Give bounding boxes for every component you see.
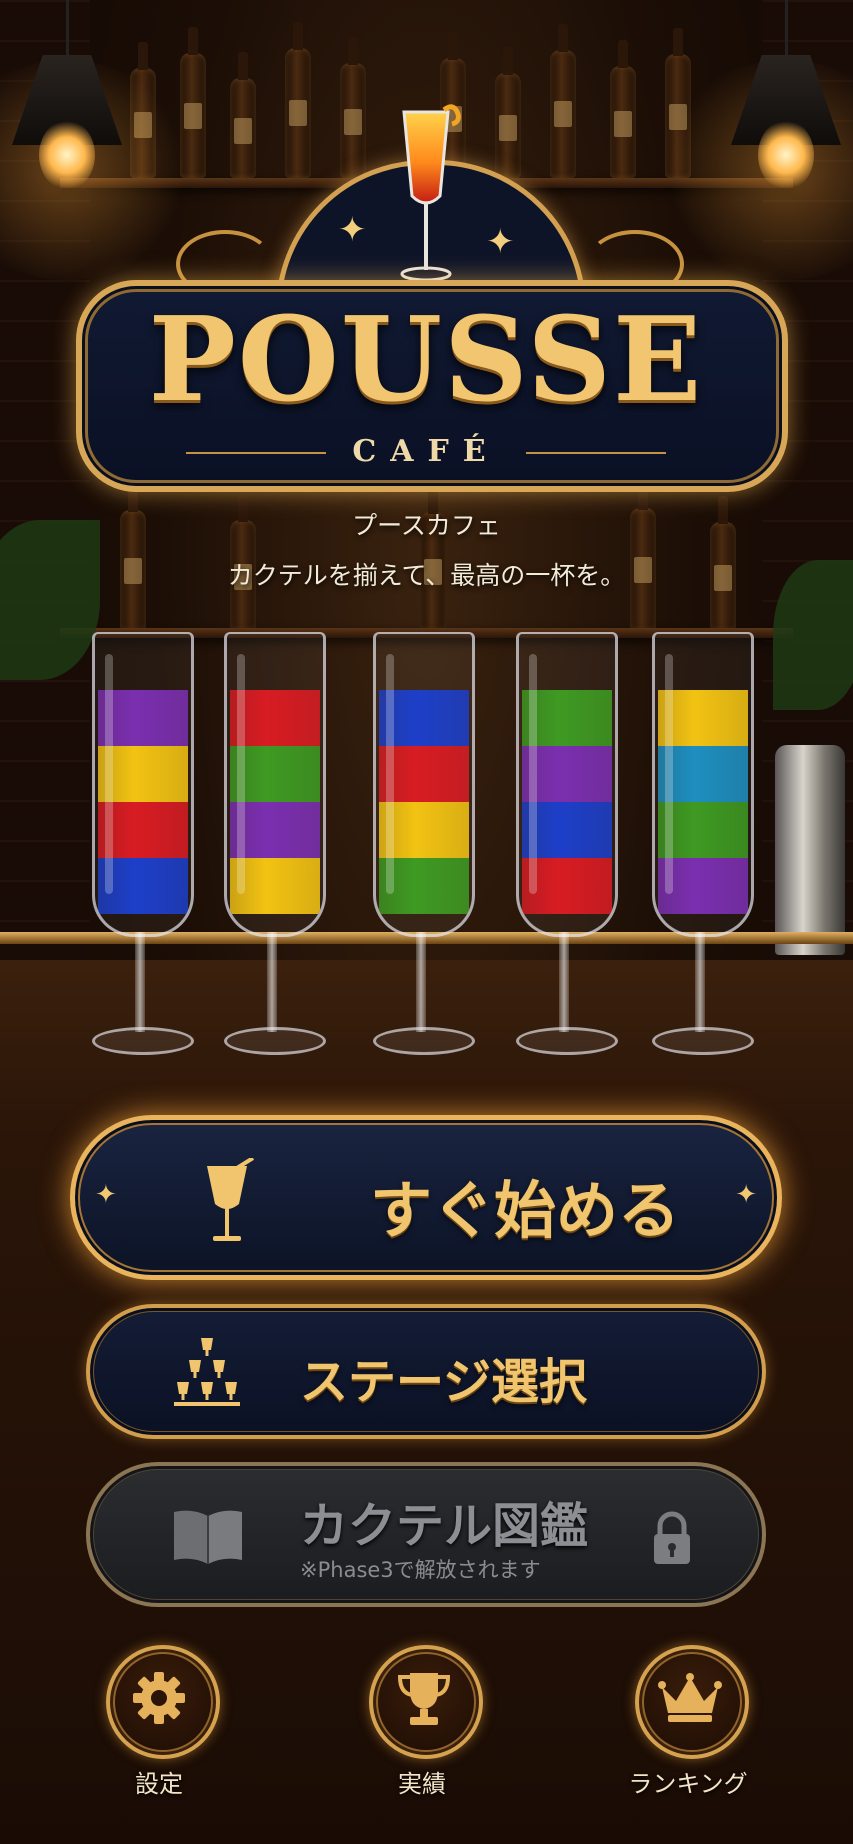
logo-subtitle: CAFÉ xyxy=(352,434,500,469)
tagline-title: プースカフェ xyxy=(352,511,501,540)
tagline-text: カクテルを揃えて、最高の一杯を。 xyxy=(227,561,626,590)
layered-cocktail-glass xyxy=(652,632,754,1055)
sparkle-icon: ✦ xyxy=(95,1180,117,1210)
quick-start-button[interactable]: ✦ すぐ始める ✦ xyxy=(70,1115,782,1280)
layered-cocktail-glass xyxy=(224,632,326,1055)
crown-icon xyxy=(658,1673,722,1722)
settings-label: 設定 xyxy=(135,1770,183,1798)
unlock-note: ※Phase3で解放されます xyxy=(300,1558,541,1582)
stage-select-label: ステージ選択 xyxy=(300,1354,588,1410)
sparkle-icon: ✦ xyxy=(735,1180,757,1210)
cocktail-shaker xyxy=(775,745,845,955)
layered-cocktail-glass xyxy=(92,632,194,1055)
cocktail-encyclopedia-button[interactable]: カクテル図鑑 ※Phase3で解放されます xyxy=(86,1462,766,1607)
achievements-button[interactable] xyxy=(369,1645,483,1759)
stage-select-button[interactable]: ステージ選択 xyxy=(86,1304,766,1439)
ranking-button[interactable] xyxy=(635,1645,749,1759)
quick-start-label: すぐ始める xyxy=(370,1174,681,1247)
logo-title: POUSSE xyxy=(148,292,704,428)
settings-button[interactable] xyxy=(106,1645,220,1759)
ranking-label: ランキング xyxy=(628,1770,748,1798)
logo-cocktail-icon xyxy=(400,104,461,282)
achievements-label: 実績 xyxy=(398,1770,446,1798)
book-icon xyxy=(174,1510,242,1564)
lock-icon xyxy=(654,1511,690,1564)
layered-cocktail-glass xyxy=(373,632,475,1055)
game-logo: ✦ ✦ POUSSE CAFÉ xyxy=(76,100,788,492)
trophy-icon xyxy=(397,1673,451,1725)
sparkle-icon: ✦ xyxy=(338,210,367,250)
glass-pyramid-icon xyxy=(174,1338,240,1406)
sparkle-icon: ✦ xyxy=(486,222,515,262)
encyclopedia-label: カクテル図鑑 xyxy=(300,1498,589,1554)
cocktail-glass-icon xyxy=(207,1158,255,1241)
gear-icon xyxy=(133,1672,185,1724)
layered-cocktail-glass xyxy=(516,632,618,1055)
